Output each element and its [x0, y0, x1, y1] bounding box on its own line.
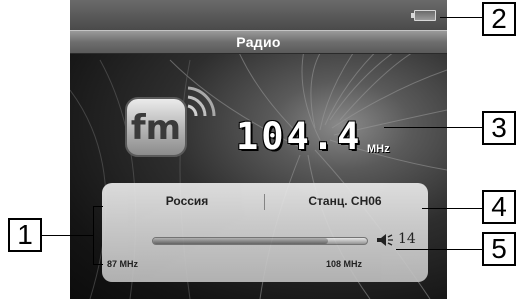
info-panel: Россия Станц. CH06 14 87 MHz 108 MHz: [102, 183, 428, 282]
fm-logo-icon: fm: [125, 86, 216, 157]
status-bar: [70, 0, 447, 30]
volume-level: 14: [398, 231, 416, 247]
title-bar: Радио: [70, 30, 447, 54]
region-label: Россия: [165, 194, 209, 208]
callout-1-leader: [42, 235, 93, 236]
callout-2: 2: [482, 2, 516, 36]
callout-4: 4: [482, 190, 516, 224]
callout-1-bracket-vertical: [93, 206, 94, 264]
callout-5: 5: [482, 232, 516, 266]
callout-4-leader: [422, 208, 482, 209]
callout-5-leader: [396, 249, 482, 250]
battery-icon: [411, 10, 436, 21]
station-label: Станц. CH06: [308, 194, 382, 208]
tuning-bar[interactable]: [152, 237, 368, 245]
speaker-icon: [377, 234, 393, 246]
svg-text:fm: fm: [131, 108, 181, 148]
callout-1-bracket-bottom: [93, 264, 103, 265]
callout-1-bracket-top: [93, 206, 103, 207]
panel-divider: [264, 194, 265, 210]
callout-1: 1: [8, 218, 42, 252]
callout-3-leader: [384, 127, 482, 128]
callout-2-leader: [440, 17, 482, 18]
band-min-label: 87 MHz: [107, 259, 139, 269]
frequency-readout: 104.4: [236, 115, 363, 158]
frequency-unit: MHz: [367, 143, 390, 155]
screen-title: Радио: [236, 34, 281, 50]
tuning-bar-fill: [153, 238, 329, 244]
band-max-label: 108 MHz: [326, 259, 363, 269]
radio-screen: Радио fm 104.4 MHz Россия Станц. CH06 14: [70, 0, 447, 299]
callout-3: 3: [482, 111, 516, 145]
